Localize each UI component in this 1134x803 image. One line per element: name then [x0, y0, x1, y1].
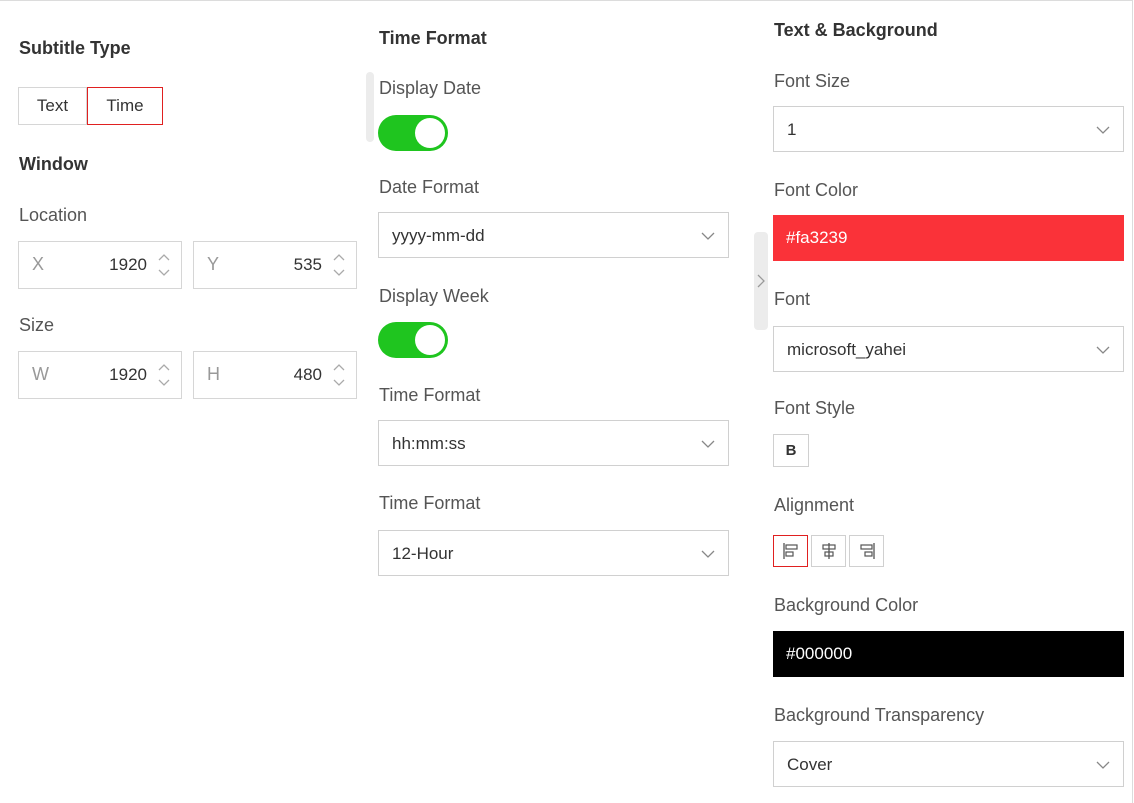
align-right-button[interactable]	[849, 535, 884, 567]
chevron-down-icon	[1096, 346, 1110, 354]
font-size-label: Font Size	[774, 71, 851, 91]
stepper-icon[interactable]	[332, 251, 346, 279]
y-prefix: Y	[207, 254, 220, 274]
hour-format-select[interactable]: 12-Hour	[378, 530, 729, 576]
font-size-select[interactable]: 1	[773, 106, 1124, 152]
align-center-button[interactable]	[811, 535, 846, 567]
display-date-label: Display Date	[379, 78, 482, 98]
stepper-icon[interactable]	[332, 361, 346, 389]
y-value: 535	[293, 255, 322, 274]
h-value: 480	[293, 365, 322, 384]
chevron-down-icon	[701, 550, 715, 558]
time-format-value: hh:mm:ss	[392, 434, 466, 453]
size-label: Size	[19, 315, 55, 335]
background-transparency-value: Cover	[787, 755, 833, 774]
background-color-label: Background Color	[774, 595, 919, 615]
y-coordinate-field[interactable]: Y 535	[193, 241, 357, 289]
font-size-value: 1	[787, 120, 797, 139]
chevron-right-icon	[757, 274, 765, 288]
background-transparency-select[interactable]: Cover	[773, 741, 1124, 787]
background-color-swatch[interactable]: #000000	[773, 631, 1124, 677]
chevron-down-icon	[701, 232, 715, 240]
alignment-label: Alignment	[774, 495, 855, 515]
location-label: Location	[19, 205, 88, 225]
subtitle-type-heading: Subtitle Type	[19, 38, 131, 58]
stepper-icon[interactable]	[157, 361, 171, 389]
toggle-knob	[415, 118, 445, 148]
w-value: 1920	[109, 365, 147, 384]
right-collapse-handle[interactable]	[754, 232, 768, 330]
font-color-label: Font Color	[774, 180, 859, 200]
chevron-down-icon	[1096, 761, 1110, 769]
align-left-button[interactable]	[773, 535, 808, 567]
text-background-heading: Text & Background	[774, 20, 938, 40]
font-style-label: Font Style	[774, 398, 856, 418]
font-value: microsoft_yahei	[787, 340, 907, 359]
hour-format-value: 12-Hour	[392, 544, 454, 563]
height-field[interactable]: H 480	[193, 351, 357, 399]
align-right-icon	[859, 543, 875, 559]
w-prefix: W	[32, 364, 49, 384]
chevron-down-icon	[1096, 126, 1110, 134]
align-center-icon	[821, 543, 836, 559]
x-value: 1920	[109, 255, 147, 274]
bold-button[interactable]: B	[773, 434, 809, 467]
chevron-down-icon	[701, 440, 715, 448]
stepper-icon[interactable]	[157, 251, 171, 279]
hour-format-label: Time Format	[379, 493, 481, 513]
time-format-heading: Time Format	[379, 28, 487, 48]
font-label: Font	[774, 289, 811, 309]
subtitle-type-text-option[interactable]: Text	[18, 87, 87, 125]
font-color-swatch[interactable]: #fa3239	[773, 215, 1124, 261]
time-format-select[interactable]: hh:mm:ss	[378, 420, 729, 466]
subtitle-type-time-option[interactable]: Time	[87, 87, 163, 125]
display-week-toggle[interactable]	[378, 322, 448, 358]
toggle-knob	[415, 325, 445, 355]
x-coordinate-field[interactable]: X 1920	[18, 241, 182, 289]
width-field[interactable]: W 1920	[18, 351, 182, 399]
left-collapse-handle[interactable]	[366, 72, 374, 142]
date-format-label: Date Format	[379, 177, 480, 197]
date-format-value: yyyy-mm-dd	[392, 226, 485, 245]
h-prefix: H	[207, 364, 220, 384]
font-select[interactable]: microsoft_yahei	[773, 326, 1124, 372]
align-left-icon	[782, 543, 798, 559]
display-date-toggle[interactable]	[378, 115, 448, 151]
x-prefix: X	[32, 254, 45, 274]
display-week-label: Display Week	[379, 286, 489, 306]
date-format-select[interactable]: yyyy-mm-dd	[378, 212, 729, 258]
window-heading: Window	[19, 154, 88, 174]
time-format-label: Time Format	[379, 385, 481, 405]
background-transparency-label: Background Transparency	[774, 705, 985, 725]
